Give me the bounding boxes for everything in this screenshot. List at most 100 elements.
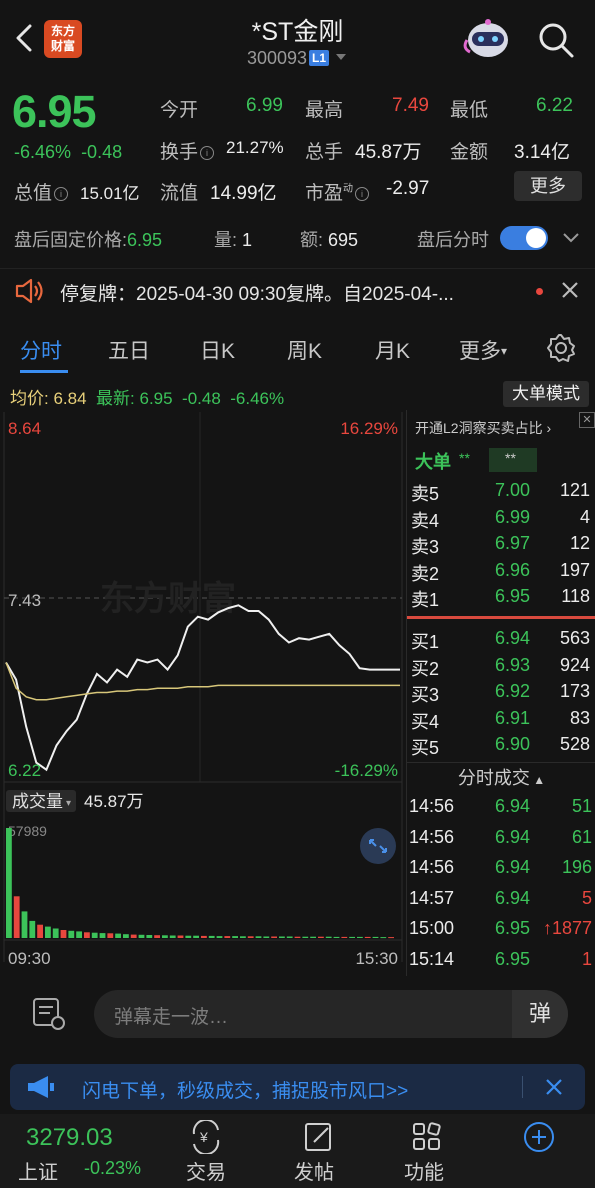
- info-icon[interactable]: i: [54, 187, 69, 201]
- ask-qty: 118: [561, 586, 590, 606]
- avg-value: 6.84: [53, 389, 87, 408]
- bid-row[interactable]: 买1 6.94 563: [407, 628, 595, 654]
- volume-bar: [224, 936, 231, 938]
- bid-row[interactable]: 买4 6.91 83: [407, 708, 595, 734]
- ask-row[interactable]: 卖1 6.95 118: [407, 586, 595, 612]
- chevron-down-icon[interactable]: [334, 52, 348, 62]
- trade-time: 14:56: [409, 857, 455, 877]
- danmu-placeholder[interactable]: 弹幕走一波…: [114, 1002, 228, 1029]
- mktcap-label: 总值 i: [14, 178, 69, 205]
- ask-row[interactable]: 卖2 6.96 197: [407, 560, 595, 586]
- ask-price: 6.96: [495, 559, 531, 580]
- trade-row[interactable]: 15:14 6.95 1: [407, 949, 595, 975]
- amt-label: 额:: [300, 230, 324, 250]
- volume-bar: [255, 936, 262, 938]
- yen-exchange-icon[interactable]: ¥: [188, 1120, 224, 1154]
- intraday-chart[interactable]: 东方财富 8.64 16.29% 7.43 6.22 -16.29% 成交量 ▾…: [0, 410, 404, 976]
- bid-label: 买4: [411, 711, 440, 732]
- trade-row[interactable]: 14:57 6.94 5: [407, 888, 595, 914]
- big-order-row: 大单 ** **: [407, 448, 595, 474]
- nav-trade[interactable]: 交易: [186, 1156, 226, 1185]
- tab-monthly-k[interactable]: 月K: [375, 335, 410, 365]
- chart-bg: [0, 410, 404, 976]
- caret-down-icon: ▾: [501, 344, 508, 358]
- volume-bar: [154, 935, 160, 938]
- big-order-label: 大单: [415, 452, 451, 472]
- volume-bar: [115, 933, 121, 938]
- tab-five-day[interactable]: 五日: [108, 335, 150, 365]
- danmu-settings-icon[interactable]: [28, 993, 68, 1033]
- volume-bar: [247, 936, 254, 938]
- low-value: 6.22: [536, 95, 573, 116]
- volume-bar: [21, 911, 28, 938]
- nav-post[interactable]: 发帖: [294, 1156, 334, 1185]
- trade-row[interactable]: 14:56 6.94 51: [407, 796, 595, 822]
- close-icon[interactable]: [544, 1077, 564, 1097]
- info-icon[interactable]: i: [355, 187, 370, 201]
- index-name[interactable]: 上证: [18, 1156, 58, 1185]
- search-icon[interactable]: [536, 20, 576, 60]
- edit-icon[interactable]: [302, 1120, 336, 1154]
- qty-value: 1: [242, 230, 253, 250]
- tab-weekly-k[interactable]: 周K: [287, 335, 322, 365]
- trade-row[interactable]: 14:56 6.94 196: [407, 857, 595, 883]
- tab-intraday[interactable]: 分时: [20, 335, 62, 365]
- trade-price: 6.94: [495, 887, 531, 908]
- volume-bar: [325, 936, 332, 938]
- info-icon[interactable]: i: [200, 146, 215, 160]
- robot-icon[interactable]: [462, 18, 514, 62]
- trade-qty: ↑1877: [542, 918, 592, 938]
- nav-functions[interactable]: 功能: [404, 1156, 444, 1185]
- volume-bar: [162, 935, 168, 938]
- volume-bar: [130, 934, 137, 938]
- amount-label: 金额: [450, 142, 489, 163]
- ask-row[interactable]: 卖5 7.00 121: [407, 480, 595, 506]
- latest-chg: -0.48: [182, 389, 221, 408]
- volume-bar: [76, 931, 82, 938]
- tab-more[interactable]: 更多▾: [459, 335, 507, 365]
- expand-button[interactable]: [360, 828, 396, 864]
- notice-text[interactable]: 停复牌：2025-04-30 09:30复牌。自2025-04-...: [60, 279, 454, 306]
- big-order-v2: **: [505, 450, 516, 466]
- trade-row[interactable]: 15:00 6.95 ↑1877: [407, 918, 595, 944]
- close-icon[interactable]: ✕: [579, 412, 595, 428]
- bid-row[interactable]: 买2 6.93 924: [407, 655, 595, 681]
- l2-promo-link[interactable]: 开通L2洞察买卖占比 ›: [415, 418, 595, 444]
- trades-title[interactable]: 分时成交 ▲: [407, 764, 595, 790]
- trade-time: 14:56: [409, 796, 455, 816]
- volume-bar: [302, 936, 309, 938]
- y-mid-label: 7.43: [8, 591, 41, 610]
- latest-pct: -6.46%: [230, 389, 285, 408]
- after-hours-toggle[interactable]: [500, 226, 548, 250]
- bid-row[interactable]: 买3 6.92 173: [407, 681, 595, 707]
- ask-price: 7.00: [495, 480, 531, 500]
- volume-bar: [310, 936, 316, 938]
- volume-bar: [279, 936, 285, 938]
- ask-row[interactable]: 卖4 6.99 4: [407, 507, 595, 533]
- grid-icon[interactable]: [410, 1120, 444, 1154]
- gear-icon[interactable]: [546, 333, 576, 363]
- bid-label: 买5: [411, 738, 440, 758]
- amount-value: 3.14亿: [514, 142, 570, 163]
- more-button[interactable]: 更多: [514, 171, 582, 201]
- trade-qty: 196: [561, 857, 592, 877]
- ask-label: 卖5: [411, 484, 440, 504]
- bid-qty: 173: [559, 681, 590, 701]
- tab-daily-k[interactable]: 日K: [200, 335, 235, 365]
- level-badge[interactable]: L1: [309, 50, 330, 66]
- plus-icon[interactable]: [522, 1120, 556, 1154]
- index-value[interactable]: 3279.03: [26, 1124, 113, 1152]
- ask-row[interactable]: 卖3 6.97 12: [407, 533, 595, 559]
- volume-bar: [201, 935, 207, 938]
- change-amt: -0.48: [81, 142, 123, 162]
- close-icon[interactable]: [560, 280, 580, 300]
- promo-text[interactable]: 闪电下单，秒级成交，捕捉股市风口>>: [82, 1076, 408, 1103]
- volume-bar: [388, 937, 394, 939]
- chevron-down-icon[interactable]: [562, 232, 580, 244]
- big-order-mode-button[interactable]: 大单模式: [503, 381, 589, 407]
- volume-bar: [232, 936, 238, 938]
- amt-value: 695: [328, 230, 359, 250]
- trade-row[interactable]: 14:56 6.94 61: [407, 827, 595, 853]
- danmu-send-button[interactable]: 弹: [512, 990, 568, 1038]
- bid-row[interactable]: 买5 6.90 528: [407, 734, 595, 760]
